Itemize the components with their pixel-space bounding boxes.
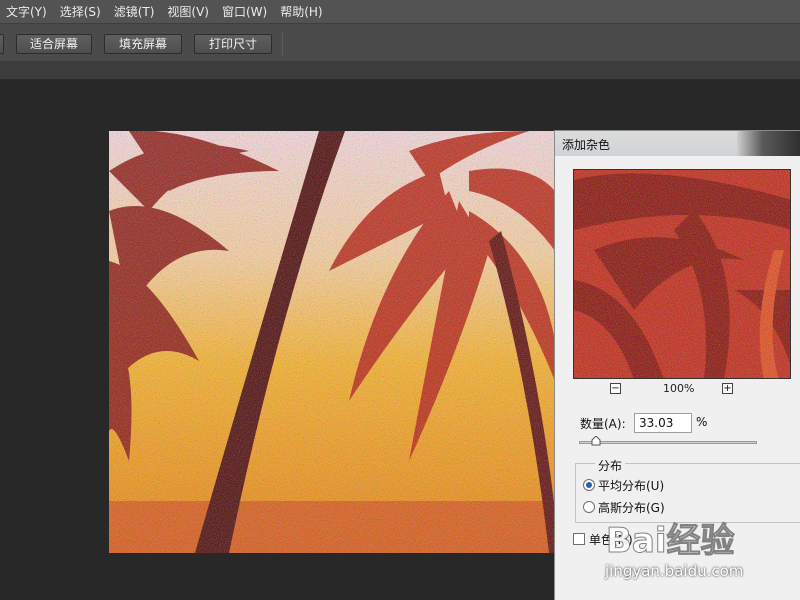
uniform-label: 平均分布(U) bbox=[598, 478, 665, 493]
fit-screen-button[interactable]: 适合屏幕 bbox=[16, 34, 92, 54]
slider-thumb-icon[interactable] bbox=[591, 436, 601, 446]
dialog-titlebar[interactable]: 添加杂色 bbox=[555, 131, 800, 156]
options-divider bbox=[282, 32, 283, 56]
menu-help[interactable]: 帮助(H) bbox=[274, 0, 329, 24]
menu-text[interactable]: 文字(Y) bbox=[0, 0, 54, 24]
amount-field[interactable] bbox=[634, 413, 692, 433]
preview-picture bbox=[574, 170, 790, 378]
filter-preview[interactable] bbox=[573, 169, 791, 379]
monochromatic-checkbox[interactable] bbox=[573, 533, 585, 545]
watermark-logo: Bai经验 bbox=[606, 521, 735, 561]
zoom-in-icon[interactable]: + bbox=[722, 383, 733, 394]
uniform-option[interactable]: 平均分布(U) bbox=[583, 477, 664, 493]
amount-slider[interactable] bbox=[579, 441, 757, 444]
menu-view[interactable]: 视图(V) bbox=[161, 0, 216, 24]
dialog-title: 添加杂色 bbox=[562, 138, 611, 152]
menu-bar: 文字(Y) 选择(S) 滤镜(T) 视图(V) 窗口(W) 帮助(H) bbox=[0, 0, 800, 24]
uniform-radio[interactable] bbox=[583, 479, 595, 491]
palm-sunset-picture bbox=[109, 131, 555, 553]
options-bar: 适合屏幕 填充屏幕 打印尺寸 bbox=[0, 24, 800, 62]
partial-button[interactable] bbox=[0, 34, 4, 54]
gaussian-option[interactable]: 高斯分布(G) bbox=[583, 499, 665, 515]
amount-label: 数量(A): bbox=[580, 417, 626, 431]
titlebar-shade bbox=[737, 131, 800, 156]
gaussian-label: 高斯分布(G) bbox=[598, 500, 665, 515]
paw-logo-icon: Bai经验 bbox=[606, 521, 736, 562]
zoom-controls: − 100% + bbox=[573, 382, 791, 397]
zoom-out-icon[interactable]: − bbox=[610, 383, 621, 394]
fill-screen-button[interactable]: 填充屏幕 bbox=[104, 34, 182, 54]
menu-filter[interactable]: 滤镜(T) bbox=[108, 0, 162, 24]
print-size-button[interactable]: 打印尺寸 bbox=[194, 34, 272, 54]
menu-select[interactable]: 选择(S) bbox=[54, 0, 108, 24]
document-tab-strip bbox=[0, 62, 800, 80]
amount-unit: % bbox=[696, 415, 708, 429]
distribution-label: 分布 bbox=[595, 457, 626, 474]
zoom-level: 100% bbox=[663, 382, 695, 395]
gaussian-radio[interactable] bbox=[583, 501, 595, 513]
menu-window[interactable]: 窗口(W) bbox=[216, 0, 274, 24]
watermark-url: jingyan.baidu.com bbox=[605, 562, 744, 580]
canvas-image[interactable] bbox=[109, 131, 555, 553]
